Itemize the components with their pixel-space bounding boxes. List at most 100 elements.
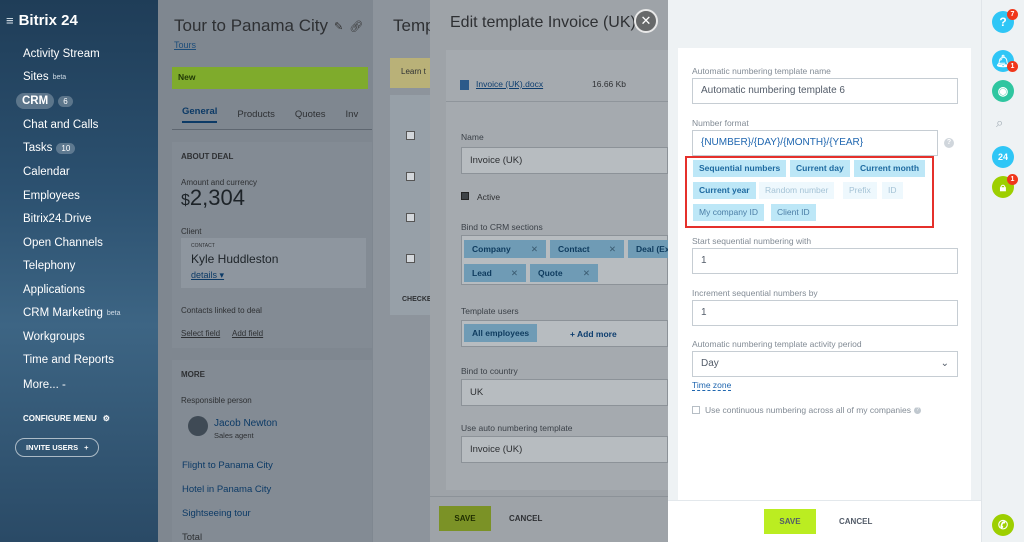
sidebar-item-activity-stream[interactable]: Activity Stream (23, 48, 100, 60)
close-icon[interactable]: ✕ (583, 268, 590, 278)
sidebar-item-calendar[interactable]: Calendar (23, 166, 70, 178)
about-deal-heading: ABOUT DEAL (181, 152, 234, 161)
tag-current-year[interactable]: Current year (693, 182, 756, 199)
link-icon[interactable]: 🔗︎ (349, 20, 363, 33)
tag-random-number[interactable]: Random number (759, 182, 835, 199)
tag-my-company-id[interactable]: My company ID (693, 204, 765, 221)
country-field[interactable]: UK (461, 379, 668, 406)
b24-icon: 24 (997, 152, 1008, 162)
sidebar-item-tasks[interactable]: Tasks 10 (23, 142, 76, 154)
add-field-link[interactable]: Add field (232, 329, 263, 338)
country-label: Bind to country (461, 366, 518, 376)
b24-button[interactable]: 24 (992, 146, 1014, 168)
period-select[interactable]: Day ⌄ (692, 351, 958, 377)
sidebar-item-crm-marketing[interactable]: CRM Marketing beta (23, 307, 121, 319)
tab-general[interactable]: General (182, 106, 218, 123)
file-size: 16.66 Kb (592, 79, 627, 89)
tab-quotes[interactable]: Quotes (295, 109, 326, 120)
file-name-link[interactable]: Invoice (UK).docx (476, 79, 543, 89)
active-checkbox[interactable] (461, 192, 469, 200)
client-details-link[interactable]: details ▾ (191, 270, 224, 281)
configure-menu-button[interactable]: CONFIGURE MENU ⚙ (23, 414, 110, 423)
sidebar-item-sites[interactable]: Sites beta (23, 71, 66, 83)
product-link[interactable]: Flight to Panama City (182, 460, 273, 471)
sidebar-item-label: More... - (23, 379, 66, 391)
section-tag-lead[interactable]: Lead ✕ (464, 264, 526, 282)
invite-users-button[interactable]: INVITE USERS + (15, 438, 100, 457)
product-link[interactable]: Sightseeing tour (182, 508, 251, 519)
tag-current-day[interactable]: Current day (790, 160, 850, 177)
sidebar-item-more[interactable]: More... - (23, 379, 66, 391)
tag-prefix[interactable]: Prefix (843, 182, 877, 199)
sidebar-item-applications[interactable]: Applications (23, 284, 85, 296)
responsible-name[interactable]: Jacob Newton (214, 418, 277, 429)
question-icon: ? (999, 15, 1007, 29)
lock-icon: 🔒︎ (999, 180, 1007, 194)
continuous-numbering-checkbox[interactable] (692, 406, 700, 414)
deal-amount: $2,304 (181, 185, 245, 211)
app-logo[interactable]: ≡ Bitrix 24 (6, 12, 78, 29)
section-tag-quote[interactable]: Quote ✕ (530, 264, 598, 282)
sidebar-item-time-reports[interactable]: Time and Reports (23, 354, 114, 366)
select-field-link[interactable]: Select field (181, 329, 220, 338)
sidebar-item-drive[interactable]: Bitrix24.Drive (23, 213, 91, 225)
tag-id[interactable]: ID (882, 182, 903, 199)
auto-numbering-field[interactable]: Invoice (UK) (461, 436, 668, 463)
sidebar-item-chat[interactable]: Chat and Calls (23, 119, 98, 131)
tag-client-id[interactable]: Client ID (771, 204, 816, 221)
cancel-button[interactable]: CANCEL (839, 517, 872, 526)
save-button[interactable]: SAVE (764, 509, 816, 534)
sidebar-item-label: Bitrix24.Drive (23, 213, 92, 225)
tag-label: Deal (Ex (636, 244, 668, 254)
users-tag[interactable]: All employees (464, 324, 538, 342)
row-checkbox[interactable] (406, 254, 415, 263)
cancel-button[interactable]: CANCEL (509, 514, 542, 523)
number-format-field[interactable]: {NUMBER}/{DAY}/{MONTH}/{YEAR} (692, 130, 938, 156)
save-button[interactable]: SAVE (439, 506, 491, 531)
row-checkbox[interactable] (406, 213, 415, 222)
chat-button[interactable]: ◉ (992, 80, 1014, 102)
close-button[interactable]: ✕ (634, 9, 658, 33)
tab-invoices[interactable]: Inv (346, 109, 359, 120)
sidebar-item-telephony[interactable]: Telephony (23, 260, 75, 272)
row-checkbox[interactable] (406, 172, 415, 181)
tab-products[interactable]: Products (237, 109, 275, 120)
logo-text: Bitrix 24 (18, 12, 78, 29)
row-checkbox[interactable] (406, 131, 415, 140)
close-icon: ✕ (640, 13, 652, 28)
plus-icon: + (84, 443, 89, 452)
tag-sequential-numbers[interactable]: Sequential numbers (693, 160, 787, 177)
tag-label: Quote (538, 268, 563, 278)
help-icon[interactable]: ? (914, 406, 921, 414)
sidebar-item-open-channels[interactable]: Open Channels (23, 237, 103, 249)
users-label: Template users (461, 306, 519, 316)
client-label: Client (181, 227, 202, 236)
add-more-link[interactable]: + Add more (570, 329, 617, 339)
sidebar-item-label: Open Channels (23, 237, 103, 249)
section-tag-deal[interactable]: Deal (Ex (628, 240, 668, 258)
tag-current-month[interactable]: Current month (854, 160, 926, 177)
name-field[interactable]: Invoice (UK) (461, 147, 668, 174)
hamburger-icon[interactable]: ≡ (6, 13, 14, 28)
close-icon[interactable]: ✕ (609, 244, 616, 254)
product-link[interactable]: Hotel in Panama City (182, 484, 271, 495)
sidebar-item-employees[interactable]: Employees (23, 190, 80, 202)
increment-field[interactable]: 1 (692, 300, 958, 326)
start-numbering-field[interactable]: 1 (692, 248, 958, 274)
close-icon[interactable]: ✕ (511, 268, 518, 278)
client-name[interactable]: Kyle Huddleston (191, 252, 278, 266)
help-icon[interactable]: ? (944, 138, 954, 148)
sidebar-item-crm[interactable]: CRM 6 (16, 93, 73, 109)
learn-banner[interactable]: Learn t (390, 58, 430, 88)
close-icon[interactable]: ✕ (531, 244, 538, 254)
deal-category-link[interactable]: Tours (174, 40, 196, 50)
time-zone-link[interactable]: Time zone (692, 380, 732, 391)
template-name-field[interactable]: Automatic numbering template 6 (692, 78, 958, 104)
section-tag-contact[interactable]: Contact ✕ (550, 240, 624, 258)
search-icon[interactable]: ⌕ (996, 115, 1003, 131)
sidebar-item-workgroups[interactable]: Workgroups (23, 331, 85, 343)
pencil-icon[interactable]: ✎ (334, 20, 343, 33)
section-tag-company[interactable]: Company ✕ (464, 240, 546, 258)
phone-button[interactable]: ✆ (992, 514, 1014, 536)
deal-stage-bar[interactable]: New (172, 67, 368, 89)
